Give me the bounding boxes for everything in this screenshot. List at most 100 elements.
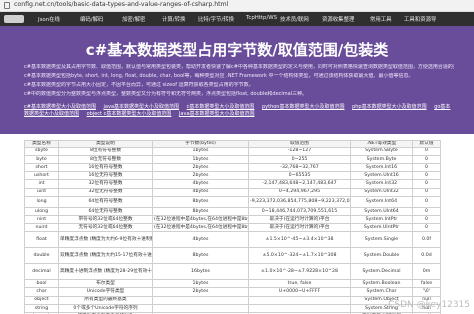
table-cell: (在32位进程中是4bytes,在64位进程中是8bytes) <box>152 223 249 233</box>
table-cell: -128~127 <box>248 146 351 156</box>
table-cell: 0.0d <box>412 247 441 265</box>
table-cell: 1bytes <box>152 279 249 289</box>
table-cell: 8位无符号整数 <box>58 154 153 164</box>
url-text[interactable]: config.net.cn/tools/basic-data-types-and… <box>14 1 228 8</box>
table-cell: System.SByte <box>350 146 413 156</box>
nav-item-tech[interactable]: 技术员/联网 <box>280 15 309 23</box>
table-cell: System.UIntPtr <box>350 223 413 233</box>
table-cell: 8bytes <box>152 195 249 208</box>
table-cell: System.UInt16 <box>350 171 413 181</box>
table-cell: 0 <box>412 214 441 225</box>
table-cell: 0~4,294,967,295 <box>248 187 351 197</box>
table-cell: 无符号的32位或64位整数 <box>58 223 153 233</box>
page-header: c#基本数据类型占用字节数/取值范围/包装类 c#基本数据类型及其占用字节数、取… <box>0 26 474 134</box>
table-cell: 2bytes <box>152 171 249 181</box>
intro-paragraph: c#基本数据类型包括byte, short, int, long, float,… <box>24 73 414 79</box>
table-cell: 0~65535 <box>248 171 351 181</box>
table-row: nuint 无符号的32位或64位整数 (在32位进程中是4bytes,在64位进程… <box>24 223 441 233</box>
table-cell: ushort <box>24 171 59 181</box>
table-cell: bool <box>24 279 59 289</box>
table-cell: 16bytes <box>152 263 249 281</box>
intro-paragraph: c#基本数据类型的字节占用大小固定，不因平台而异，可通过 sizeof 运算符获… <box>24 82 254 88</box>
table-cell: System.UInt32 <box>350 187 413 197</box>
table-cell: 4bytes <box>152 187 249 197</box>
table-cell: 1bytes <box>152 154 249 164</box>
table-cell: 16位无符号整数 <box>58 171 153 181</box>
table-cell <box>152 303 249 314</box>
table-cell: 4bytes <box>152 179 249 189</box>
intro-paragraph: c#中的数值类型分为整数类型与浮点类型，整数类型又分为有符号和无符号两类，浮点类… <box>24 91 308 97</box>
column-header: 取值范围 <box>248 140 351 148</box>
table-cell: 0m <box>412 263 441 281</box>
table-cell: nuint <box>24 223 59 233</box>
table-row: uint 32位无符号整数 4bytes 0~4,294,967,295 System.… <box>24 187 441 197</box>
table-cell: System.Double <box>350 247 413 265</box>
related-link[interactable]: python基本数据类型大小及取值范围 <box>262 104 345 110</box>
related-link[interactable]: java基本数据类型大小及取值范围 <box>104 104 179 110</box>
nav-item-tools[interactable]: 常用工具 <box>370 15 392 23</box>
table-cell: System.Int32 <box>350 179 413 189</box>
table-cell <box>248 303 351 314</box>
table-row: short 16位有符号整数 2bytes -32,768~32,767 System.… <box>24 162 441 173</box>
table-row: byte 8位无符号整数 1bytes 0~255 System.Byte 0 <box>24 154 441 164</box>
table-cell: System.UInt64 <box>350 206 413 216</box>
table-cell: 带符号的32位或64位整数 <box>58 214 153 225</box>
table-cell: 0 <box>412 187 441 197</box>
table-cell: System.Boolean <box>350 279 413 289</box>
nav-item-bits[interactable]: 比特/字节/转换 <box>198 15 234 23</box>
related-link[interactable]: object c基本数据类型大小及取值范围 <box>87 111 172 117</box>
intro-paragraph: c#基本数据类型及其占用字节数、取值范围，默认值与常用类型包装类，帮助开发者快速… <box>24 64 454 70</box>
table-cell: 0~18,446,744,073,709,551,615 <box>248 206 351 216</box>
column-header: .NET等效类型 <box>350 140 413 148</box>
nav-item-resources[interactable]: 资源收集整理 <box>322 15 354 23</box>
table-cell: -2,147,483,648~2,147,483,647 <box>248 179 351 189</box>
table-cell: 双精度浮点数 (精度为大约15-17位有效十进制数) <box>58 247 153 265</box>
table-cell: 0 <box>412 223 441 233</box>
related-link[interactable]: c基本数据类型大小及取值范围 <box>187 104 255 110</box>
table-header-row: 类型名称 类型说明 字节数(bytes) 取值范围 .NET等效类型 默认值 <box>24 140 441 148</box>
table-cell: 8bytes <box>152 247 249 265</box>
column-header: 字节数(bytes) <box>152 140 249 148</box>
column-header: 默认值 <box>412 140 441 148</box>
related-links: c#基本数据类型大小及取值范围 java基本数据类型大小及取值范围 c基本数据类… <box>24 104 454 118</box>
nav-item-json[interactable]: Json在线 <box>38 15 60 23</box>
table-cell: 32位无符号整数 <box>58 187 153 197</box>
table-cell: 8位有符号整数 <box>58 146 153 156</box>
related-link[interactable]: Java基本数据类型大小及取值范围 <box>179 111 255 117</box>
nav-item-tcp[interactable]: TcpHttp/WS <box>246 15 277 21</box>
nav-item-encode[interactable]: 编码/解码 <box>80 15 103 23</box>
related-link[interactable]: php基本数据类型大小及取值范围 <box>352 104 427 110</box>
nav-item-encrypt[interactable]: 加密/解密 <box>122 15 145 23</box>
table-cell: System.Byte <box>350 154 413 164</box>
table-cell <box>248 295 351 305</box>
table-cell: 0 <box>412 171 441 181</box>
table-cell: 单精度浮点数 (精度为大约6-9位有效十进制数) <box>58 231 153 249</box>
nav-item-calc[interactable]: 计算/转换 <box>162 15 185 23</box>
table-row: char Unicode字符类型 2bytes U+0000~U+FFFF System… <box>24 287 441 297</box>
table-cell: 布尔类型 <box>58 279 153 289</box>
table-cell: U+0000~U+FFFF <box>248 287 351 297</box>
table-cell: 取决于(在运行时计算的)平台 <box>248 223 351 233</box>
lock-icon <box>4 2 10 9</box>
table-cell <box>152 295 249 305</box>
site-logo[interactable] <box>4 15 24 23</box>
table-cell: System.Char <box>350 287 413 297</box>
watermark: CSDN @key12315 <box>388 300 470 310</box>
table-cell: short <box>24 162 59 173</box>
table-cell: 所有类型的最终基类 <box>58 295 153 305</box>
table-cell: 0 <box>412 146 441 156</box>
table-cell: 0 <box>412 179 441 189</box>
table-cell: -32,768~32,767 <box>248 162 351 173</box>
table-cell: char <box>24 287 59 297</box>
table-cell: 2bytes <box>152 287 249 297</box>
table-cell: object <box>24 295 59 305</box>
nav-item-resource-guide[interactable]: 工具和资源导 <box>404 15 436 23</box>
table-cell: (在32位进程中是4bytes,在64位进程中是8bytes) <box>152 214 249 225</box>
table-row: bool 布尔类型 1bytes true, false System.Boolean f… <box>24 279 441 289</box>
table-cell: float <box>24 231 59 249</box>
table-row: sbyte 8位有符号整数 1bytes -128~127 System.SByte 0 <box>24 146 441 156</box>
browser-address-bar[interactable]: config.net.cn/tools/basic-data-types-and… <box>0 0 474 12</box>
table-cell: 0.0f <box>412 231 441 249</box>
table-cell: false <box>412 279 441 289</box>
related-link[interactable]: c#基本数据类型大小及取值范围 <box>24 104 96 110</box>
